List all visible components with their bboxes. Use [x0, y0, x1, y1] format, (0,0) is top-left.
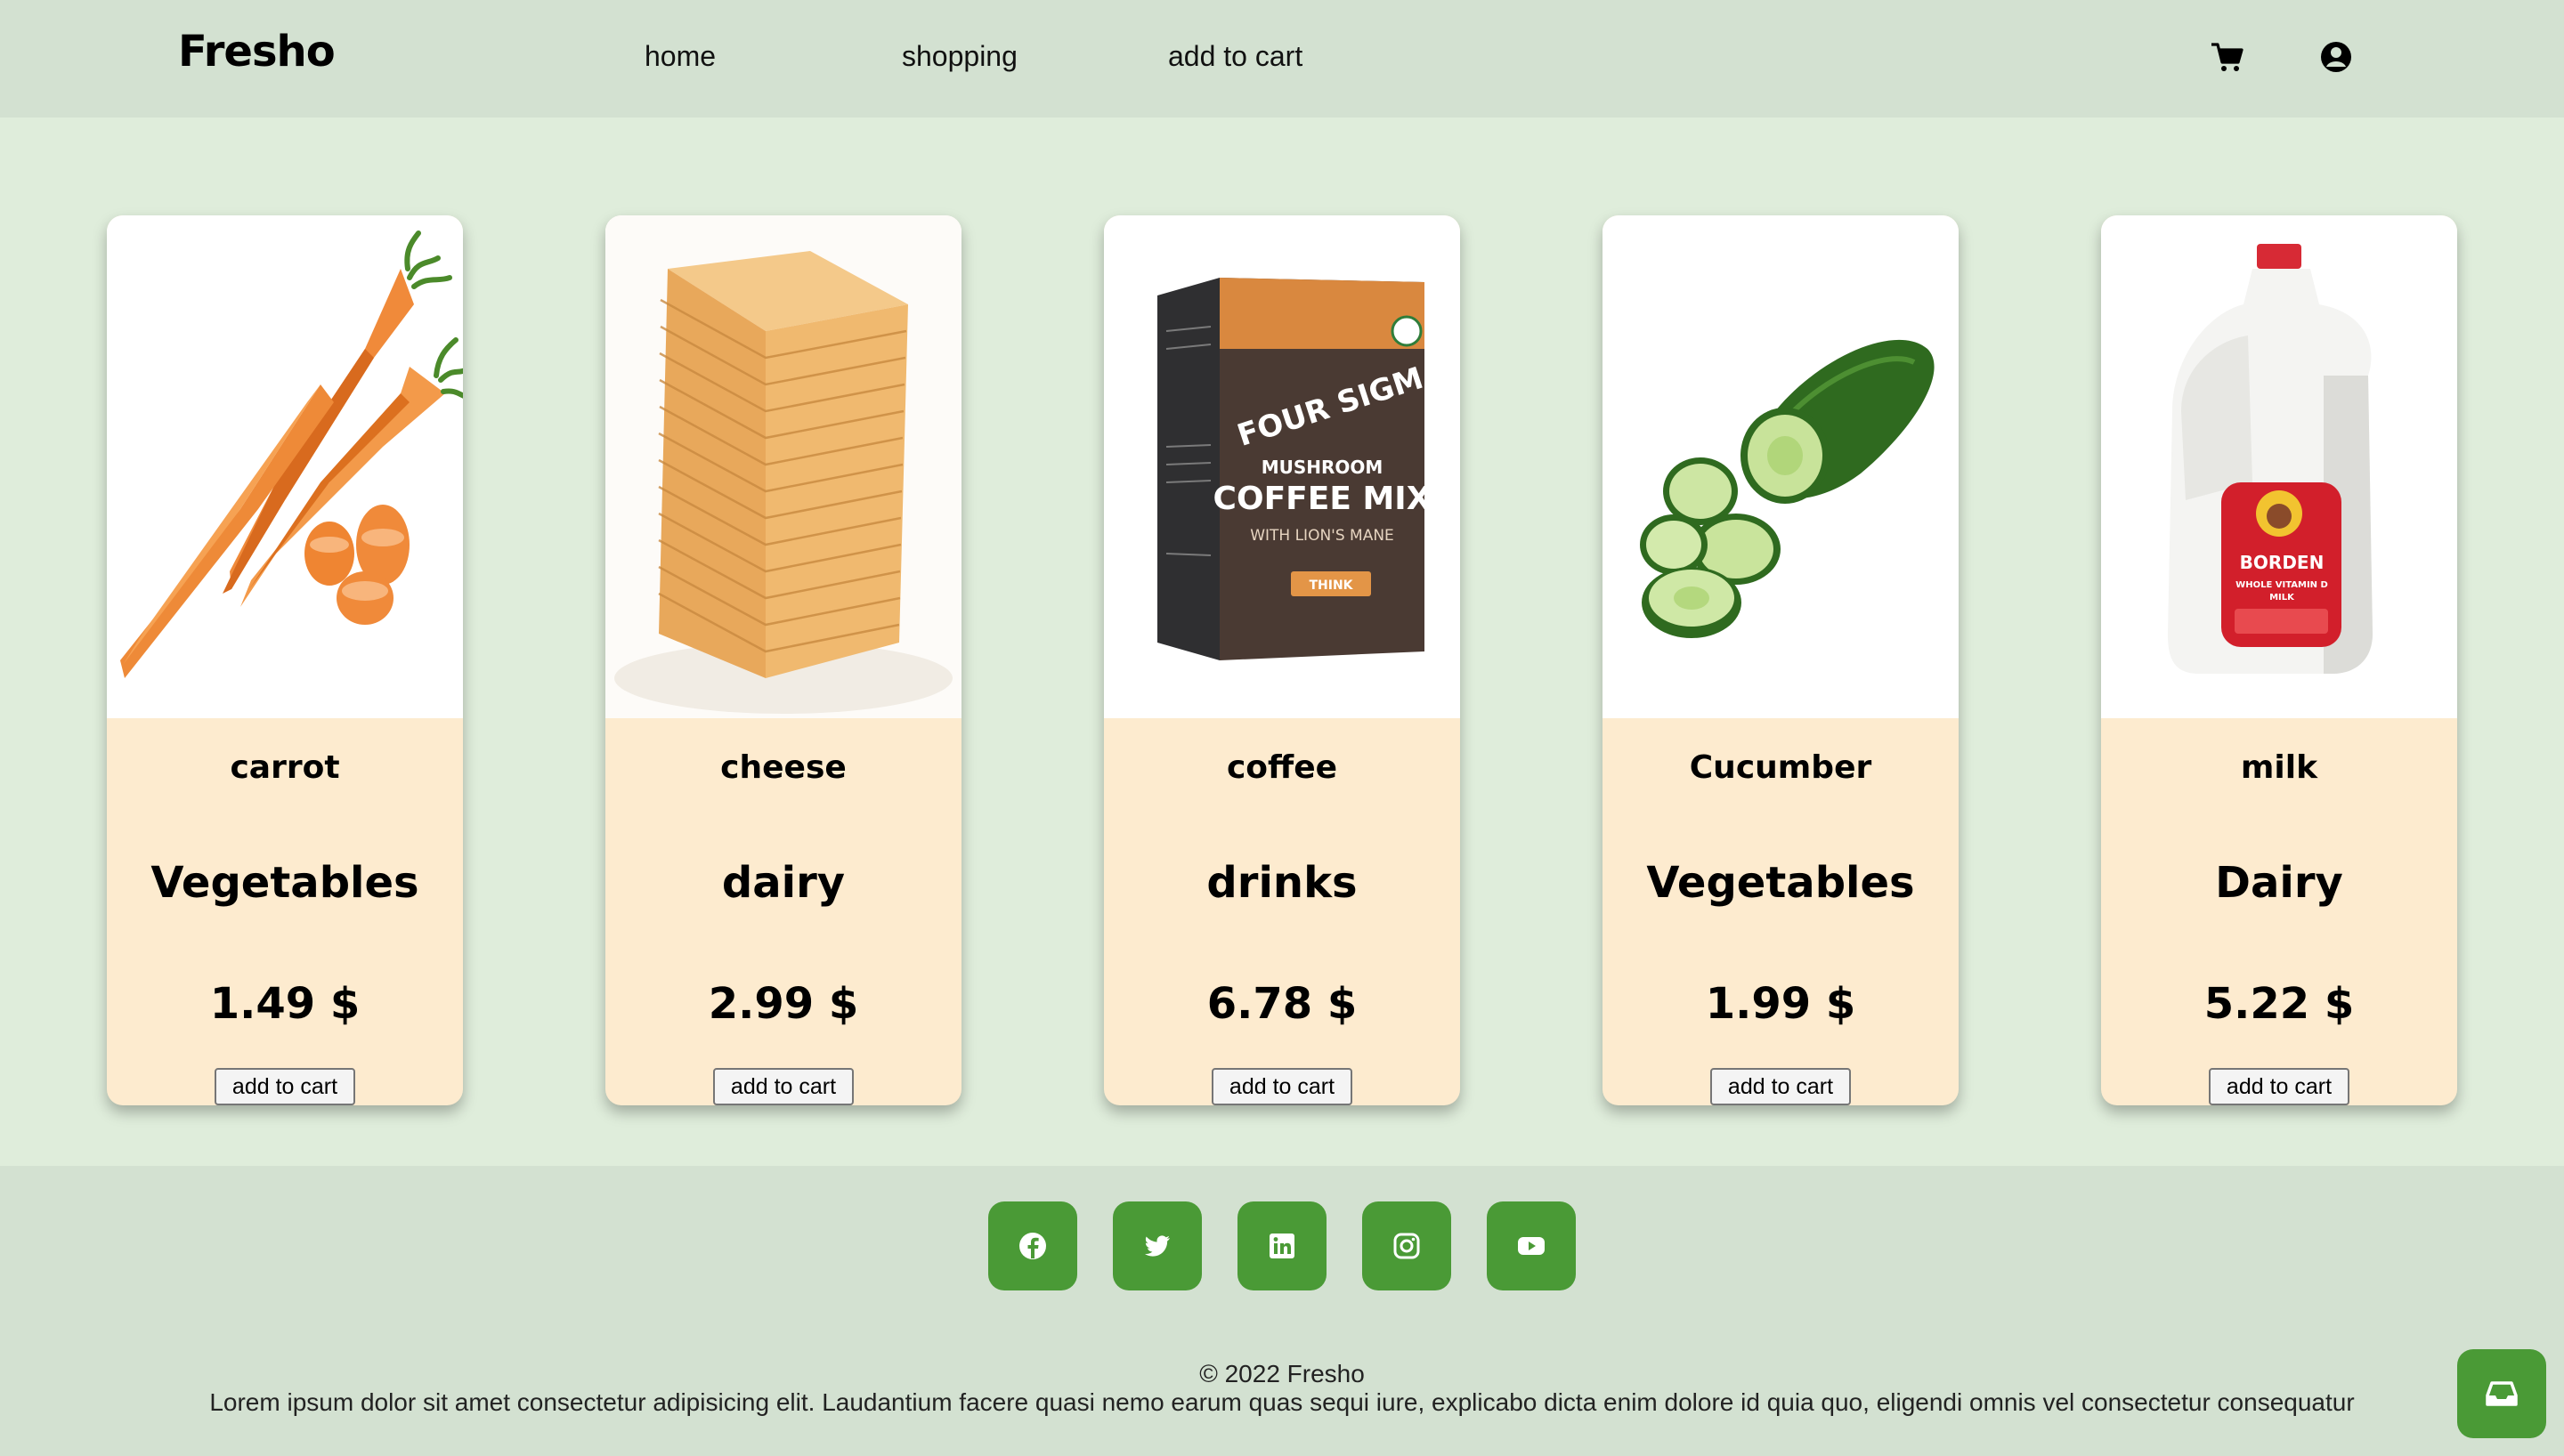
product-price: 2.99 $ — [708, 979, 859, 1029]
milk-line2-text: MILK — [2269, 593, 2295, 603]
coffee-badge-text: THINK — [1309, 578, 1353, 593]
product-name: coffee — [1226, 749, 1338, 786]
product-price: 1.49 $ — [209, 979, 361, 1029]
coffee-image: FOUR SIGMATIC MUSHROOM COFFEE MIX WITH L… — [1104, 215, 1460, 718]
cucumber-image — [1602, 215, 1959, 718]
product-name: milk — [2240, 749, 2318, 786]
milk-brand-text: BORDEN — [2240, 552, 2325, 573]
product-price: 6.78 $ — [1206, 979, 1358, 1029]
user-circle-icon[interactable] — [2318, 39, 2354, 75]
carrot-image — [107, 215, 463, 718]
add-to-cart-button[interactable]: add to cart — [1212, 1068, 1352, 1105]
linkedin-icon[interactable] — [1237, 1201, 1327, 1290]
product-card: Cucumber Vegetables 1.99 $ add to cart — [1602, 215, 1959, 1105]
instagram-icon[interactable] — [1362, 1201, 1451, 1290]
inbox-button[interactable] — [2457, 1349, 2546, 1438]
footer: © 2022 Fresho Lorem ipsum dolor sit amet… — [0, 1166, 2564, 1456]
nav-shopping-link[interactable]: shopping — [902, 40, 1018, 73]
facebook-icon[interactable] — [988, 1201, 1077, 1290]
nav-home-link[interactable]: home — [645, 40, 716, 73]
product-name: cheese — [720, 749, 847, 786]
add-to-cart-button[interactable]: add to cart — [215, 1068, 355, 1105]
product-card: FOUR SIGMATIC MUSHROOM COFFEE MIX WITH L… — [1104, 215, 1460, 1105]
footer-description: Lorem ipsum dolor sit amet consectetur a… — [209, 1388, 2355, 1416]
product-category: Vegetables — [1646, 858, 1915, 908]
milk-image: BORDEN WHOLE VITAMIN D MILK — [2101, 215, 2457, 718]
product-price: 1.99 $ — [1705, 979, 1856, 1029]
youtube-icon[interactable] — [1487, 1201, 1576, 1290]
milk-line1-text: WHOLE VITAMIN D — [2235, 580, 2328, 590]
product-card: cheese dairy 2.99 $ add to cart — [605, 215, 961, 1105]
product-card: BORDEN WHOLE VITAMIN D MILK milk Dairy 5… — [2101, 215, 2457, 1105]
site-logo[interactable]: Fresho — [178, 27, 336, 77]
top-navbar: Fresho home shopping add to cart — [0, 0, 2564, 117]
coffee-line1-text: MUSHROOM — [1262, 457, 1383, 478]
product-category: drinks — [1206, 858, 1358, 908]
coffee-line3-text: WITH LION'S MANE — [1250, 527, 1394, 545]
add-to-cart-button[interactable]: add to cart — [713, 1068, 854, 1105]
product-category: dairy — [721, 858, 846, 908]
twitter-icon[interactable] — [1113, 1201, 1202, 1290]
cheese-image — [605, 215, 961, 718]
product-price: 5.22 $ — [2203, 979, 2355, 1029]
inbox-icon — [2486, 1381, 2518, 1406]
cart-icon[interactable] — [2210, 39, 2245, 75]
product-name: carrot — [230, 749, 340, 786]
add-to-cart-button[interactable]: add to cart — [2209, 1068, 2349, 1105]
copyright-text: © 2022 Fresho — [1199, 1360, 1365, 1387]
product-card: carrot Vegetables 1.49 $ add to cart — [107, 215, 463, 1105]
coffee-line2-text: COFFEE MIX — [1213, 481, 1432, 517]
product-category: Vegetables — [150, 858, 419, 908]
product-name: Cucumber — [1689, 749, 1872, 786]
product-category: Dairy — [2215, 858, 2343, 908]
add-to-cart-button[interactable]: add to cart — [1710, 1068, 1851, 1105]
nav-add-to-cart-link[interactable]: add to cart — [1168, 40, 1302, 73]
